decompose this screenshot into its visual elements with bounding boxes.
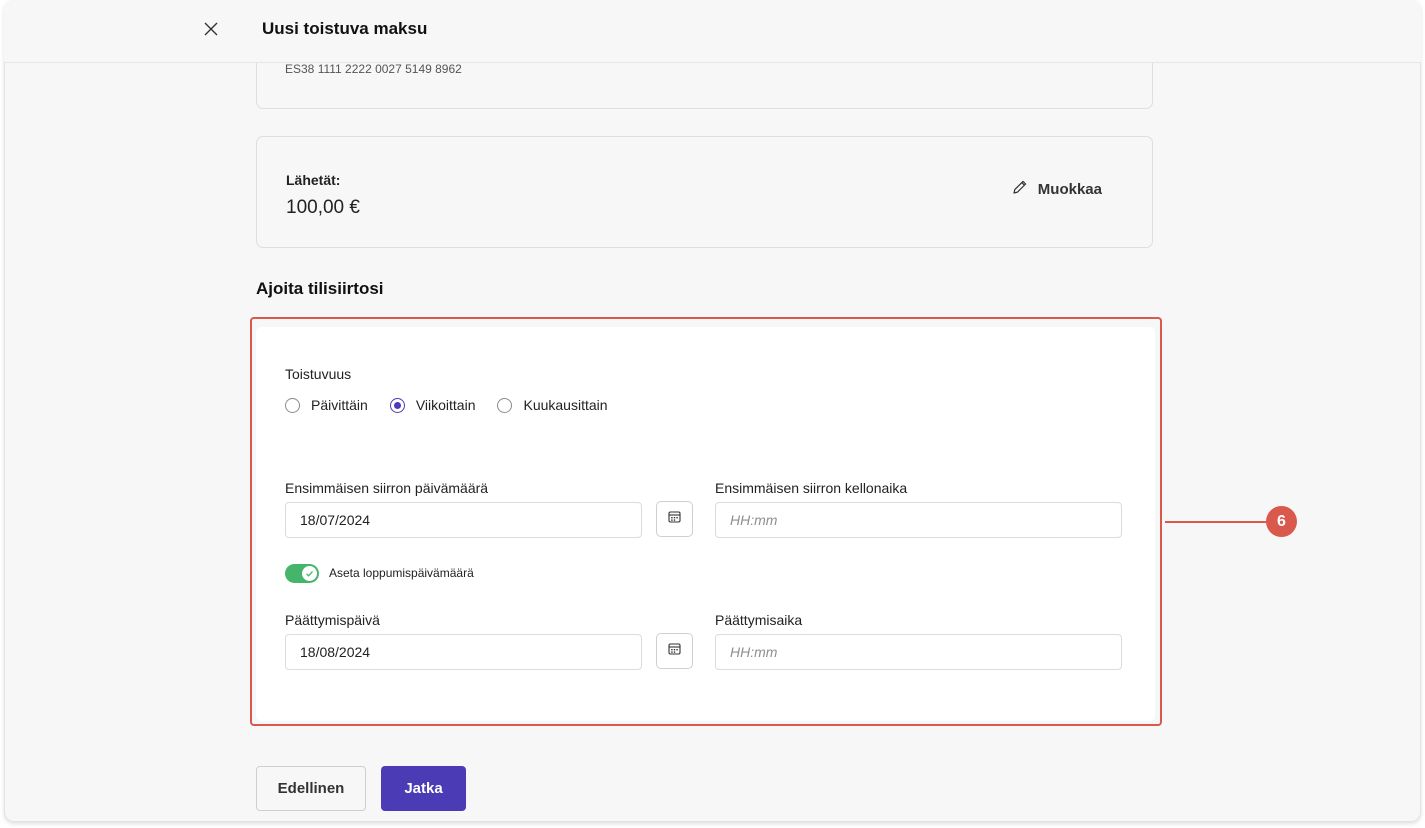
calendar-icon [668,510,681,528]
end-date-input[interactable]: 18/08/2024 [285,634,642,670]
close-icon[interactable] [200,18,222,40]
callout-badge: 6 [1266,506,1297,537]
frequency-radio-group: Päivittäin Viikoittain Kuukausittain [285,397,630,413]
calendar-icon [668,642,681,660]
edit-amount-button[interactable]: Muokkaa [1012,179,1102,199]
header-bar: Uusi toistuva maksu [4,0,1421,63]
edit-amount-label: Muokkaa [1037,180,1102,198]
end-date-calendar-button[interactable] [656,633,693,669]
radio-weekly[interactable]: Viikoittain [389,397,476,413]
end-time-input[interactable]: HH:mm [715,634,1122,670]
first-date-label: Ensimmäisen siirron päivämäärä [285,480,489,496]
radio-weekly-label: Viikoittain [415,397,476,413]
radio-circle [497,397,513,413]
previous-button[interactable]: Edellinen [256,766,366,811]
radio-circle [285,397,300,413]
radio-monthly-label: Kuukausittain [523,397,608,413]
radio-monthly[interactable]: Kuukausittain [497,397,608,413]
end-date-toggle[interactable] [285,564,319,583]
radio-daily[interactable]: Päivittäin [285,397,368,413]
check-icon [302,566,317,581]
iban-text: ES38 1111 2222 0027 5149 8962 [285,62,462,76]
amount-label: Lähetät: [286,172,341,188]
radio-circle-selected [389,397,405,413]
continue-button[interactable]: Jatka [381,766,466,811]
amount-value: 100,00 € [286,197,360,218]
callout-line [1165,521,1269,523]
frequency-label: Toistuvuus [285,366,352,382]
page-title: Uusi toistuva maksu [262,19,428,38]
first-time-input[interactable]: HH:mm [715,502,1122,538]
first-date-input[interactable]: 18/07/2024 [285,502,642,538]
pencil-icon [1012,179,1028,199]
first-date-calendar-button[interactable] [656,501,693,537]
first-time-label: Ensimmäisen siirron kellonaika [715,480,908,496]
amount-card: Lähetät: 100,00 € Muokkaa [256,136,1153,248]
section-title: Ajoita tilisiirtosi [256,279,384,298]
radio-daily-label: Päivittäin [311,397,368,413]
end-time-label: Päättymisaika [715,612,803,628]
end-date-toggle-label: Aseta loppumispäivämäärä [329,566,474,580]
end-date-label: Päättymispäivä [285,612,380,628]
